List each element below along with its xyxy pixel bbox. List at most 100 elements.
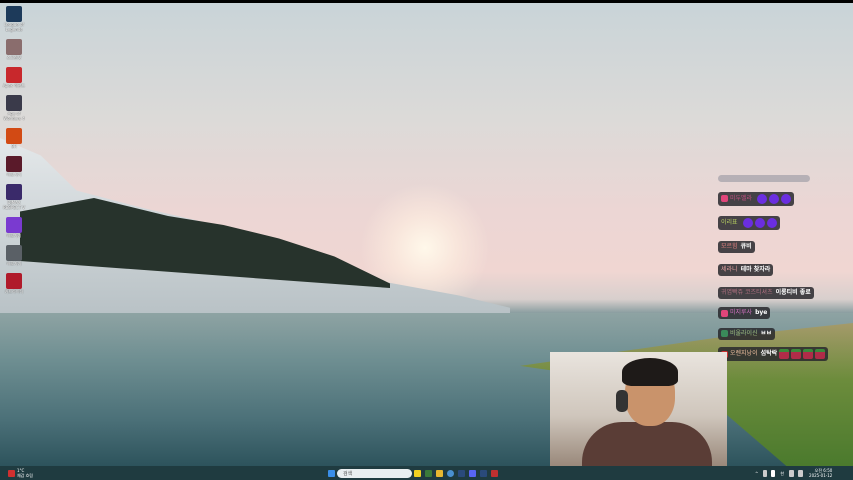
app-icon (6, 217, 22, 233)
chat-nickname: 이리표 (721, 218, 738, 226)
webcam-overlay (550, 352, 727, 480)
app-icon (6, 39, 22, 55)
discord-icon[interactable] (469, 469, 476, 477)
desktop-icon-label: 바로가기 (6, 233, 22, 238)
chat-nickname: 귀엽빡쥬 코즈티셔츠 (721, 288, 773, 296)
desktop-icon[interactable]: 바로가기 (2, 156, 26, 177)
webcam-person-hair (622, 358, 678, 386)
desktop-icon[interactable]: 바로가기 (2, 245, 26, 266)
app-icon (6, 95, 22, 111)
app-icon (6, 67, 22, 83)
chat-nickname: 모르힘 (721, 242, 738, 250)
chat-message-row: 미지루사 bye (718, 302, 843, 323)
desktop-icon-label: League of Legends (4, 22, 24, 32)
chat-text: 테마 찾자라 (740, 265, 771, 273)
chat-nickname: 오렌지낭이 (730, 350, 758, 357)
obs-icon[interactable] (491, 469, 498, 477)
chat-nickname: 세라니 (721, 265, 738, 273)
chat-emote-icon (791, 349, 802, 359)
chat-emote-icon (757, 193, 768, 204)
app-icon (6, 184, 22, 200)
chat-nickname: 미두벨라 (730, 194, 753, 202)
steam-icon-2[interactable] (480, 469, 487, 477)
weather-widget[interactable]: 1°C 체감 흐림 (6, 468, 33, 478)
chat-text: 이롱티비 좋료 (775, 288, 811, 296)
desktop-icon-label: 카트라이더 (4, 289, 24, 294)
chat-message: 이리표 (718, 215, 780, 230)
desktop-icon[interactable]: Age of Wonders 4 (2, 95, 26, 121)
tray-icon[interactable] (771, 469, 776, 477)
chat-message-row: 귀엽빡쥬 코즈티셔츠 이롱티비 좋료 (718, 279, 843, 302)
kakaotalk-icon[interactable] (414, 469, 421, 477)
app-icon[interactable] (425, 469, 432, 477)
desktop-icon-label: 바로가기 (6, 172, 22, 177)
chat-message-row: 오렌지낭이 섬탁락 (718, 343, 843, 365)
chat-badge-icon (721, 309, 728, 317)
chat-message: 미두벨라 (718, 191, 795, 206)
chat-message-row: 세라니 테마 찾자라 (718, 256, 843, 279)
desktop-icon[interactable]: 9H (2, 128, 26, 149)
chat-emote-icon (769, 193, 780, 204)
chat-text: 큐비 (740, 242, 752, 250)
desktop-icon[interactable]: Apex 레전드 (2, 67, 26, 88)
desktop-icon-label: 9H (11, 144, 17, 149)
desktop-icon[interactable]: DJMAX RESPECT V (2, 184, 26, 210)
start-icon[interactable] (328, 469, 335, 477)
app-icon (6, 245, 22, 261)
chat-overlay: 미두벨라이리표모르힘 큐비세라니 테마 찾자라귀엽빡쥬 코즈티셔츠 이롱티비 좋료미지… (718, 175, 843, 364)
chrome-icon[interactable] (447, 469, 454, 477)
chat-message: 미지루사 bye (718, 307, 771, 319)
chat-message: 귀엽빡쥬 코즈티셔츠 이롱티비 좋료 (718, 286, 814, 299)
desktop-icon-label: Apex 레전드 (2, 83, 26, 88)
desktop-icon[interactable]: 카트라이더 (2, 273, 26, 294)
network-icon[interactable] (789, 469, 795, 477)
desktop-icon[interactable]: League of Legends (2, 6, 26, 32)
chat-emote-icon (766, 217, 777, 228)
taskbar: 1°C 체감 흐림 검색 ^ 한 오전 6:50 2025-01-12 (0, 466, 853, 480)
chat-emote-icon (779, 349, 790, 359)
chat-header-bar (718, 175, 810, 182)
search-placeholder: 검색 (343, 470, 353, 477)
chat-message: 세라니 테마 찾자라 (718, 263, 774, 276)
ime-indicator[interactable]: 한 (780, 471, 784, 476)
chat-nickname: 비울라이신 (730, 329, 758, 337)
chat-message-row: 모르힘 큐비 (718, 233, 843, 256)
chat-emote-icon (754, 217, 765, 228)
chat-text: 섬탁락 (760, 350, 778, 357)
app-icon (6, 6, 22, 22)
chat-badge-icon (721, 195, 728, 202)
search-box[interactable]: 검색 (337, 468, 412, 478)
chat-emote-icon (815, 349, 826, 359)
chat-message-row: 비울라이신 ㅂㅂ (718, 322, 843, 343)
chat-message: 비울라이신 ㅂㅂ (718, 327, 775, 340)
chat-emote-icon (803, 349, 814, 359)
steam-icon[interactable] (458, 469, 465, 477)
chat-text: bye (755, 309, 768, 316)
app-icon (6, 273, 22, 289)
chat-message-row: 미두벨라 (718, 187, 843, 209)
desktop-icon-label: DJMAX RESPECT V (2, 200, 26, 210)
volume-icon[interactable] (798, 469, 804, 477)
desktop-icon-label: 스크린샷 (6, 55, 22, 60)
headphones (616, 390, 628, 412)
chat-message: 오렌지낭이 섬탁락 (718, 347, 829, 361)
chat-message-row: 이리표 (718, 209, 843, 233)
desktop-icon[interactable]: 바로가기 (2, 217, 26, 238)
desktop-icons: League of Legends 스크린샷 Apex 레전드 Age of Wond… (2, 6, 26, 301)
chat-emote-icon (781, 193, 792, 204)
app-icon (6, 156, 22, 172)
clock[interactable]: 오전 6:50 2025-01-12 (809, 468, 832, 478)
file-explorer-icon[interactable] (436, 469, 443, 477)
chat-text: ㅂㅂ (760, 329, 772, 337)
chat-emote-icon (742, 217, 753, 228)
tray-icon[interactable] (763, 469, 768, 477)
weather-desc: 체감 흐림 (17, 473, 33, 478)
tray-chevron-icon[interactable]: ^ (755, 471, 758, 476)
desktop-icon[interactable]: 스크린샷 (2, 39, 26, 60)
chat-message: 모르힘 큐비 (718, 240, 755, 253)
clock-date: 2025-01-12 (809, 473, 833, 478)
desktop-icon-label: Age of Wonders 4 (3, 111, 25, 121)
chat-nickname: 미지루사 (730, 309, 753, 316)
weather-icon (8, 469, 15, 477)
chat-badge-icon (721, 330, 728, 337)
